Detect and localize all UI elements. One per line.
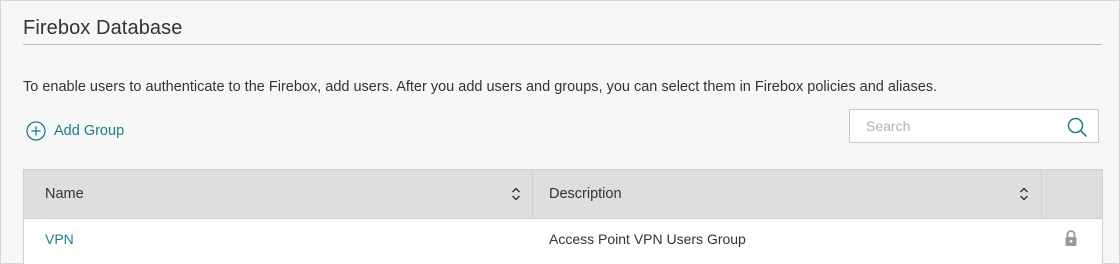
sort-icon[interactable] xyxy=(511,187,521,201)
table-header: Name Description xyxy=(24,170,1102,219)
column-header-description[interactable]: Description xyxy=(533,170,1042,218)
search-icon[interactable] xyxy=(1066,116,1088,138)
column-header-label: Name xyxy=(45,186,84,202)
add-group-button[interactable]: Add Group xyxy=(26,120,124,142)
group-description: Access Point VPN Users Group xyxy=(549,231,746,247)
lock-icon xyxy=(1065,230,1077,246)
groups-table: Name Description VPN Access Point VPN Us… xyxy=(23,169,1103,264)
page-title: Firebox Database xyxy=(23,17,183,39)
table-row: VPN Access Point VPN Users Group xyxy=(24,219,1102,264)
plus-circle-icon xyxy=(26,121,46,141)
search-input[interactable] xyxy=(850,110,1060,142)
sort-icon[interactable] xyxy=(1019,187,1029,201)
add-group-label: Add Group xyxy=(54,123,125,139)
firebox-database-panel: Firebox Database To enable users to auth… xyxy=(0,0,1120,264)
column-header-label: Description xyxy=(549,186,622,202)
group-name-link[interactable]: VPN xyxy=(24,219,532,259)
column-header-name[interactable]: Name xyxy=(24,170,532,218)
column-header-actions xyxy=(1042,170,1102,218)
title-divider xyxy=(23,44,1102,45)
intro-text: To enable users to authenticate to the F… xyxy=(23,79,938,95)
search-box xyxy=(849,109,1099,143)
